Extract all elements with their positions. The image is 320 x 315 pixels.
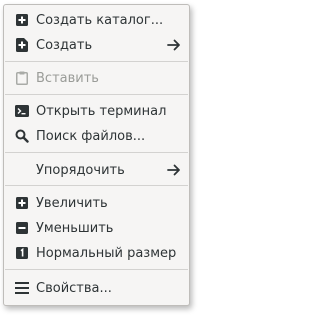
- clipboard-icon: [14, 70, 30, 86]
- menu-item-zoom-in[interactable]: Увеличить: [4, 191, 189, 215]
- menu-item-zoom-out[interactable]: Уменьшить: [4, 216, 189, 240]
- menu-item-properties[interactable]: Свойства...: [4, 276, 189, 300]
- menu-item-normal-size[interactable]: Нормальный размер: [4, 241, 189, 265]
- menu-item-open-terminal[interactable]: Открыть терминал: [4, 99, 189, 123]
- one-icon: [14, 245, 30, 261]
- separator: [5, 269, 188, 270]
- minus-icon: [14, 220, 30, 236]
- menu-item-label: Упорядочить: [36, 162, 125, 178]
- menu-item-create[interactable]: Создать: [4, 33, 189, 57]
- menu-item-label: Уменьшить: [36, 220, 114, 236]
- menu-item-label: Нормальный размер: [36, 245, 177, 261]
- menu-item-label: Открыть терминал: [36, 103, 167, 119]
- menu-item-label: Вставить: [36, 70, 99, 86]
- menu-item-label: Создать: [36, 37, 93, 53]
- menu-item-label: Свойства...: [36, 280, 112, 296]
- menu-item-label: Создать каталог...: [36, 12, 164, 28]
- menu-item-paste[interactable]: Вставить: [4, 66, 189, 90]
- separator: [5, 152, 188, 153]
- plus-icon: [14, 195, 30, 211]
- menu-lines-icon: [14, 280, 30, 296]
- menu-item-create-folder[interactable]: Создать каталог...: [4, 8, 189, 32]
- menu-item-arrange[interactable]: Упорядочить: [4, 158, 189, 182]
- separator: [5, 94, 188, 95]
- arrow-right-icon: [167, 38, 181, 52]
- search-icon: [14, 128, 30, 144]
- add-folder-icon: [14, 12, 30, 28]
- menu-item-label: Поиск файлов...: [36, 128, 146, 144]
- menu-item-search-files[interactable]: Поиск файлов...: [4, 124, 189, 148]
- separator: [5, 185, 188, 186]
- terminal-icon: [14, 103, 30, 119]
- context-menu: Создать каталог... Создать Вставить Откр…: [3, 4, 190, 306]
- separator: [5, 61, 188, 62]
- arrow-right-icon: [167, 163, 181, 177]
- add-icon: [14, 37, 30, 53]
- menu-item-label: Увеличить: [36, 195, 108, 211]
